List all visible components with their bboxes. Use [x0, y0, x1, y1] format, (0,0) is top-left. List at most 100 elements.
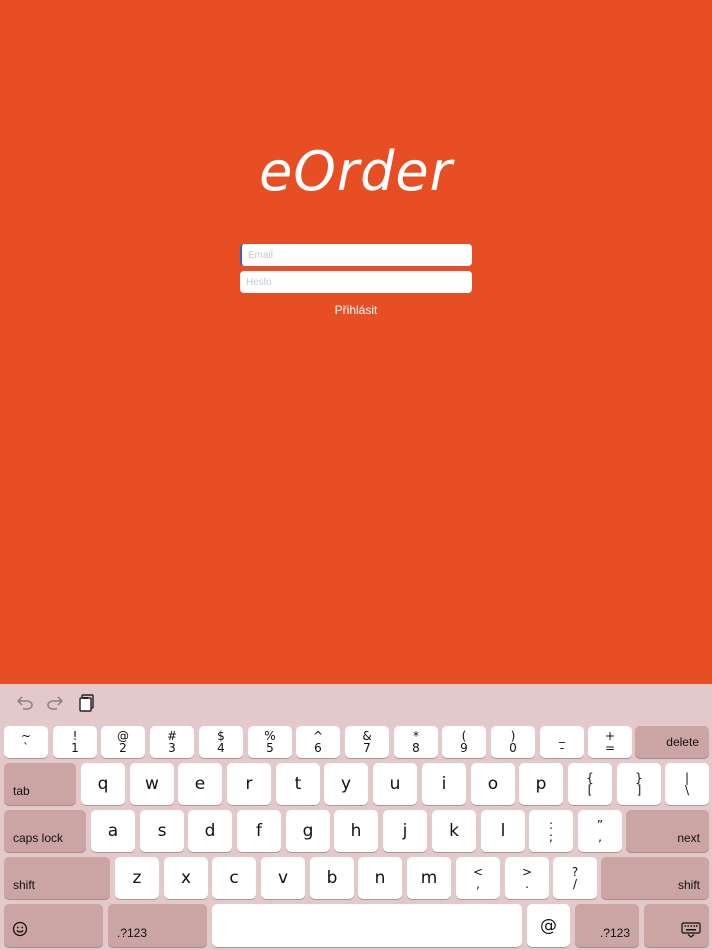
- key-10-top-label: ): [510, 728, 516, 743]
- keyboard-dismiss-icon: [681, 922, 701, 942]
- key-1-1[interactable]: ! 1: [53, 726, 97, 758]
- key-0-10[interactable]: ) 0: [491, 726, 535, 758]
- key-`-0[interactable]: ~ `: [4, 726, 48, 758]
- delete-key[interactable]: delete: [635, 726, 709, 758]
- key-3-3[interactable]: #3: [150, 726, 194, 758]
- key-x[interactable]: x: [164, 857, 208, 899]
- key-j-label: j: [402, 821, 408, 841]
- key-r[interactable]: r: [227, 763, 271, 805]
- key-i[interactable]: i: [422, 763, 466, 805]
- key-0-bottom-label: `: [23, 740, 29, 755]
- onscreen-keyboard: ~ `! 1 @2 #3 $4% 5 ^ 6 & 7 * 8(9) 0 _ - + = delete tab q w e r t…: [0, 684, 712, 950]
- key-f[interactable]: f: [237, 810, 281, 852]
- key-k[interactable]: k: [432, 810, 476, 852]
- emoji-key[interactable]: [4, 904, 103, 947]
- key-8-8[interactable]: * 8: [394, 726, 438, 758]
- key-3-bottom-label: 3: [168, 740, 176, 755]
- key-c-label: c: [229, 868, 239, 888]
- login-button[interactable]: Přihlásit: [240, 303, 472, 317]
- key-o[interactable]: o: [471, 763, 515, 805]
- shift-left-label: shift: [13, 878, 36, 892]
- space-key[interactable]: [212, 904, 522, 947]
- key-m[interactable]: m: [407, 857, 451, 899]
- key-x-label: x: [180, 868, 192, 888]
- key-c[interactable]: c: [212, 857, 256, 899]
- key-l[interactable]: l: [481, 810, 525, 852]
- key-sym-a-1[interactable]: ”,: [578, 810, 622, 852]
- key-sym-z-2-bottom-label: /: [572, 876, 578, 891]
- key-h-label: h: [350, 821, 362, 841]
- numbers-left-label: .?123: [117, 926, 148, 940]
- at-key[interactable]: @: [527, 904, 570, 947]
- key-sym-q-1[interactable]: }]: [617, 763, 661, 805]
- next-key[interactable]: next: [626, 810, 709, 852]
- paste-icon[interactable]: [76, 692, 98, 714]
- key-4-top-label: $: [217, 728, 225, 743]
- key-1-top-label: !: [72, 728, 78, 743]
- hide-keyboard-key[interactable]: [644, 904, 709, 947]
- key-g[interactable]: g: [286, 810, 330, 852]
- key-6-6[interactable]: ^ 6: [296, 726, 340, 758]
- redo-icon[interactable]: [44, 692, 66, 714]
- key-s[interactable]: s: [140, 810, 184, 852]
- key-t-label: t: [294, 774, 302, 794]
- key-t[interactable]: t: [276, 763, 320, 805]
- key-n-label: n: [374, 868, 386, 888]
- tab-key[interactable]: tab: [4, 763, 76, 805]
- key-h[interactable]: h: [334, 810, 378, 852]
- key-d[interactable]: d: [188, 810, 232, 852]
- key-sym-a-0[interactable]: :;: [529, 810, 573, 852]
- shift-right-key[interactable]: shift: [601, 857, 709, 899]
- key-=-12[interactable]: + =: [588, 726, 632, 758]
- key-z[interactable]: z: [115, 857, 159, 899]
- key-11-top-label: _: [559, 728, 565, 743]
- key-q-label: q: [97, 774, 109, 794]
- key-5-5[interactable]: % 5: [248, 726, 292, 758]
- key-sym-q-2[interactable]: | \: [665, 763, 709, 805]
- key-6-top-label: ^: [312, 728, 324, 743]
- key-9-9[interactable]: (9: [442, 726, 486, 758]
- key-7-bottom-label: 7: [363, 740, 371, 755]
- key-4-4[interactable]: $4: [199, 726, 243, 758]
- undo-icon[interactable]: [14, 692, 36, 714]
- key-sym-z-1[interactable]: >.: [505, 857, 549, 899]
- key-sym-z-0[interactable]: <,: [456, 857, 500, 899]
- login-screen: eOrder Přihlásit: [0, 0, 712, 684]
- key-i-label: i: [441, 774, 447, 794]
- key-5-bottom-label: 5: [266, 740, 274, 755]
- key-k-label: k: [449, 821, 459, 841]
- key-e[interactable]: e: [178, 763, 222, 805]
- key-q[interactable]: q: [81, 763, 125, 805]
- key-u[interactable]: u: [373, 763, 417, 805]
- email-field[interactable]: [240, 244, 472, 266]
- key-b-label: b: [326, 868, 338, 888]
- key-7-7[interactable]: & 7: [345, 726, 389, 758]
- key-b[interactable]: b: [310, 857, 354, 899]
- key-p-label: p: [535, 774, 547, 794]
- shift-left-key[interactable]: shift: [4, 857, 110, 899]
- numbers-right-key[interactable]: .?123: [575, 904, 639, 947]
- key-sym-q-2-top-label: |: [684, 770, 690, 785]
- key-j[interactable]: j: [383, 810, 427, 852]
- key-p[interactable]: p: [519, 763, 563, 805]
- key-n[interactable]: n: [358, 857, 402, 899]
- key-e-label: e: [194, 774, 206, 794]
- key-d-label: d: [204, 821, 216, 841]
- key-y[interactable]: y: [324, 763, 368, 805]
- key-w[interactable]: w: [130, 763, 174, 805]
- key-6-bottom-label: 6: [314, 740, 322, 755]
- key-sym-z-2[interactable]: ? /: [553, 857, 597, 899]
- key-sym-q-0[interactable]: {[: [568, 763, 612, 805]
- key---11[interactable]: _ -: [540, 726, 584, 758]
- key-sym-q-2-bottom-label: \: [684, 782, 690, 797]
- key-2-top-label: @: [117, 728, 129, 743]
- key-2-2[interactable]: @2: [101, 726, 145, 758]
- key-v[interactable]: v: [261, 857, 305, 899]
- keyboard-toolbar: [0, 684, 712, 724]
- key-a[interactable]: a: [91, 810, 135, 852]
- caps-lock-key[interactable]: caps lock: [4, 810, 86, 852]
- numbers-left-key[interactable]: .?123: [108, 904, 207, 947]
- key-z-label: z: [132, 868, 142, 888]
- key-8-top-label: *: [413, 728, 419, 743]
- password-field[interactable]: [240, 271, 472, 293]
